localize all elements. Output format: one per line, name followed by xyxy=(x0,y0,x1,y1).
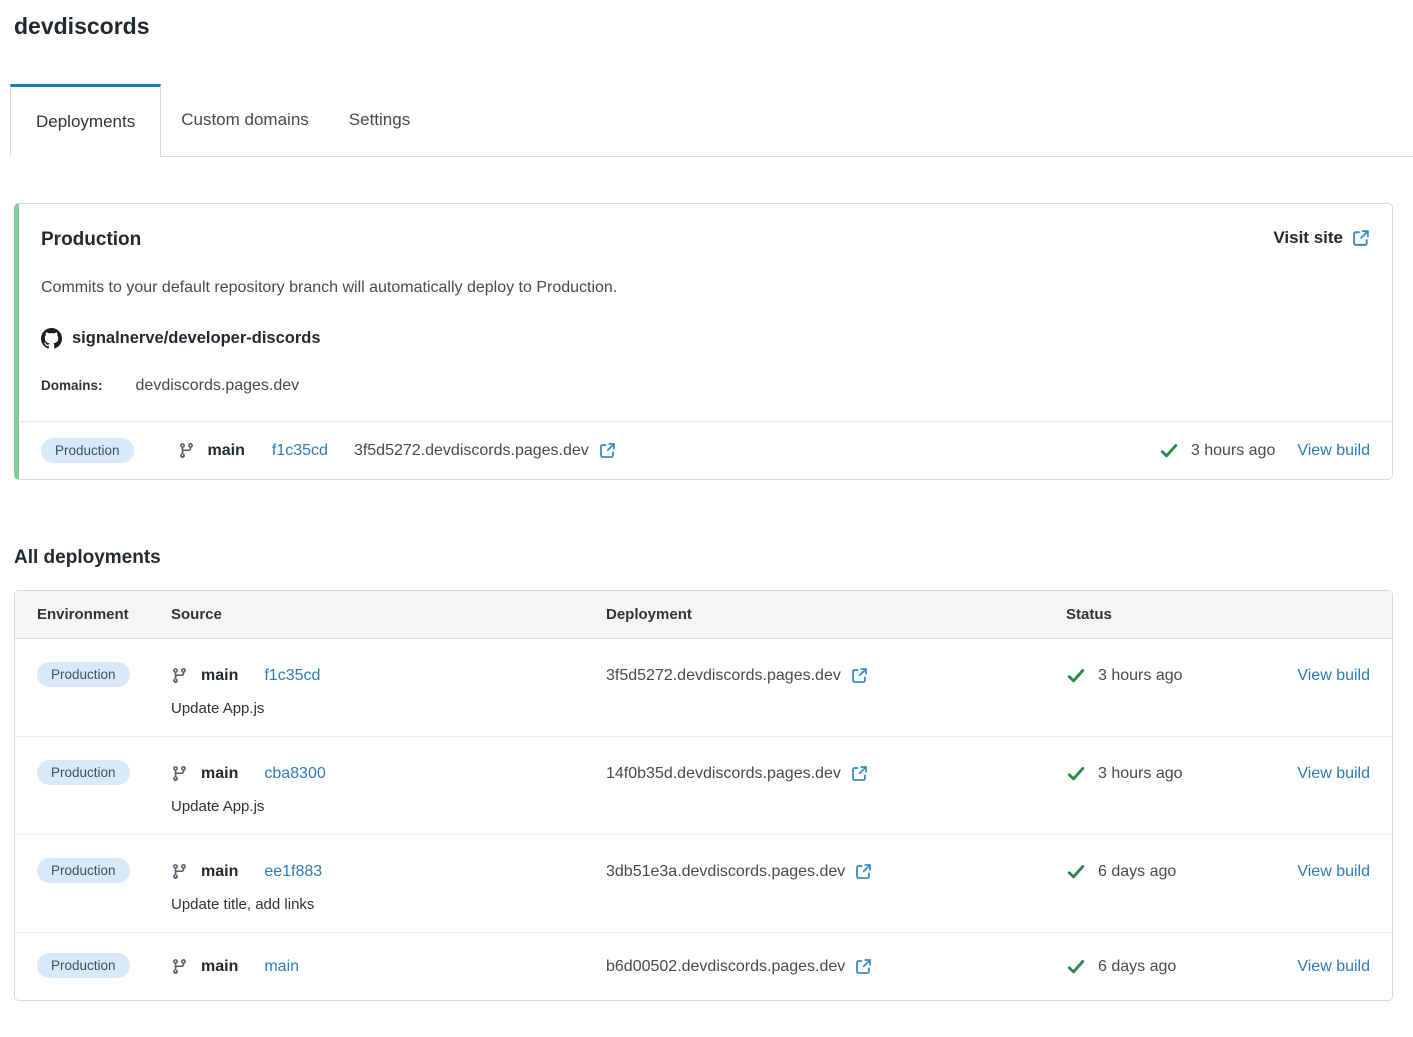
environment-badge: Production xyxy=(37,953,130,978)
column-header-deployment: Deployment xyxy=(606,606,692,623)
tab-deployments[interactable]: Deployments xyxy=(10,84,162,157)
tab-label: Deployments xyxy=(36,112,136,131)
deployment-url: 3db51e3a.devdiscords.pages.dev xyxy=(606,862,846,880)
branch-name: main xyxy=(201,862,239,880)
view-build-link[interactable]: View build xyxy=(1297,958,1370,976)
column-header-source: Source xyxy=(171,606,222,623)
deploy-time: 6 days ago xyxy=(1098,957,1177,975)
deployment-url: 14f0b35d.devdiscords.pages.dev xyxy=(606,764,841,782)
branch-name: main xyxy=(201,764,239,782)
environment-badge: Production xyxy=(41,438,134,463)
external-link-icon[interactable] xyxy=(851,765,868,782)
domains-value: devdiscords.pages.dev xyxy=(135,377,300,394)
environment-badge: Production xyxy=(37,858,130,883)
table-row: Production main main b6d00502.devdiscord… xyxy=(15,933,1392,1000)
check-icon xyxy=(1066,666,1086,686)
commit-link[interactable]: ee1f883 xyxy=(264,863,322,881)
external-link-icon[interactable] xyxy=(851,667,868,684)
external-link-icon[interactable] xyxy=(855,958,872,975)
production-deployment-row: Production main f1c35cd 3f5d5272.devdisc… xyxy=(19,421,1392,479)
deploy-time: 6 days ago xyxy=(1098,862,1177,880)
git-branch-icon xyxy=(171,667,188,684)
production-card-title: Production xyxy=(41,229,142,250)
all-deployments-title: All deployments xyxy=(14,547,161,568)
view-build-link[interactable]: View build xyxy=(1297,667,1370,685)
tab-bar: Deployments Custom domains Settings xyxy=(10,84,1413,157)
deployments-table: Environment Source Deployment Status Pro… xyxy=(14,590,1393,1001)
check-icon xyxy=(1159,441,1179,461)
commit-message: Update title, add links xyxy=(171,896,315,913)
commit-link[interactable]: main xyxy=(264,958,299,976)
commit-link[interactable]: f1c35cd xyxy=(272,442,328,460)
table-row: Production main ee1f883 Update title, ad… xyxy=(15,835,1392,933)
domains-label: Domains: xyxy=(41,378,103,393)
git-branch-icon xyxy=(178,442,195,459)
git-branch-icon xyxy=(171,958,188,975)
check-icon xyxy=(1066,862,1086,882)
view-build-link[interactable]: View build xyxy=(1297,863,1370,881)
external-link-icon[interactable] xyxy=(855,863,872,880)
repo-link[interactable]: signalnerve/developer-discords xyxy=(19,328,1392,349)
environment-badge: Production xyxy=(37,662,130,687)
tab-label: Custom domains xyxy=(181,110,309,129)
branch-name: main xyxy=(207,441,245,459)
commit-message: Update App.js xyxy=(171,700,265,717)
check-icon xyxy=(1066,764,1086,784)
view-build-link[interactable]: View build xyxy=(1297,442,1370,460)
page-title: devdiscords xyxy=(14,13,150,39)
tab-label: Settings xyxy=(348,110,411,129)
column-header-status: Status xyxy=(1066,606,1112,623)
table-row: Production main f1c35cd Update App.js 3f… xyxy=(15,639,1392,737)
repo-name: signalnerve/developer-discords xyxy=(72,329,321,347)
commit-link[interactable]: f1c35cd xyxy=(264,667,320,685)
tab-settings[interactable]: Settings xyxy=(329,84,430,156)
visit-site-link[interactable]: Visit site xyxy=(1273,228,1370,248)
external-link-icon xyxy=(1352,229,1370,247)
deploy-time: 3 hours ago xyxy=(1098,666,1183,684)
git-branch-icon xyxy=(171,863,188,880)
github-icon xyxy=(41,328,62,349)
tab-custom-domains[interactable]: Custom domains xyxy=(161,84,329,156)
production-description: Commits to your default repository branc… xyxy=(41,279,618,296)
commit-message: Update App.js xyxy=(171,798,265,815)
deployment-url: b6d00502.devdiscords.pages.dev xyxy=(606,957,846,975)
deploy-time: 3 hours ago xyxy=(1098,764,1183,782)
git-branch-icon xyxy=(171,765,188,782)
deploy-time: 3 hours ago xyxy=(1190,441,1276,459)
visit-site-label: Visit site xyxy=(1273,228,1343,247)
commit-link[interactable]: cba8300 xyxy=(264,765,325,783)
branch-name: main xyxy=(201,957,239,975)
external-link-icon[interactable] xyxy=(599,442,616,459)
branch-name: main xyxy=(201,666,239,684)
table-header-row: Environment Source Deployment Status xyxy=(15,591,1392,639)
check-icon xyxy=(1066,957,1086,977)
view-build-link[interactable]: View build xyxy=(1297,765,1370,783)
deployment-url: 3f5d5272.devdiscords.pages.dev xyxy=(606,666,841,684)
column-header-environment: Environment xyxy=(37,606,129,623)
production-card: Production Visit site Commits to your de… xyxy=(14,203,1393,480)
deployment-url: 3f5d5272.devdiscords.pages.dev xyxy=(353,441,589,459)
environment-badge: Production xyxy=(37,760,130,785)
table-row: Production main cba8300 Update App.js 14… xyxy=(15,737,1392,835)
